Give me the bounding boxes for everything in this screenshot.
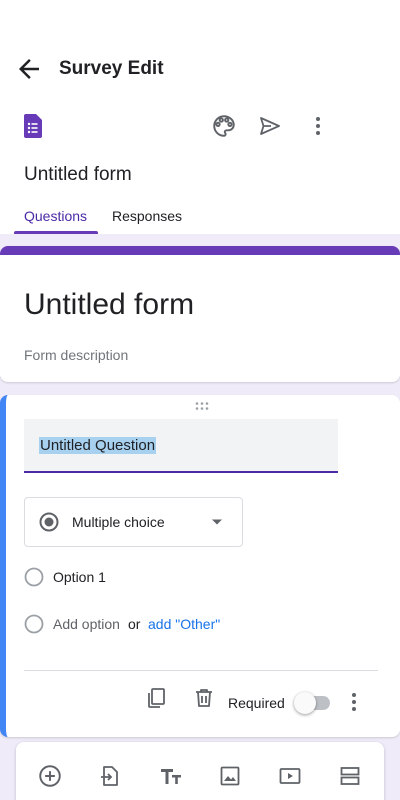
drag-handle-icon[interactable] [194,401,210,411]
tab-questions[interactable]: Questions [24,208,87,224]
radio-button-unchecked-icon [24,567,44,587]
question-card: Untitled Question Multiple choice Option… [0,395,400,737]
image-icon[interactable] [216,762,244,790]
or-separator: or [128,616,141,632]
question-type-label: Multiple choice [72,514,165,530]
add-option-button[interactable]: Add option [53,616,120,632]
dropdown-arrow-icon [211,516,223,528]
question-type-dropdown[interactable]: Multiple choice [24,497,243,547]
form-title-card: Untitled form Form description [0,246,400,382]
duplicate-icon[interactable] [142,684,170,712]
form-name: Untitled form [24,164,132,185]
tab-bar: Questions Responses [0,196,400,234]
delete-icon[interactable] [190,684,218,712]
radio-button-unchecked-icon [24,614,44,634]
forms-logo-icon [24,114,42,138]
title-text-icon[interactable] [157,762,185,790]
radio-button-checked-icon [39,512,59,532]
question-title-text: Untitled Question [39,437,157,454]
add-circle-icon[interactable] [36,762,64,790]
app-title: Survey Edit [59,58,164,79]
card-divider [24,670,378,671]
section-icon[interactable] [336,762,364,790]
arrow-back-icon[interactable] [14,54,44,84]
app-bar: Survey Edit Untitled form [0,0,400,185]
tab-responses[interactable]: Responses [112,208,182,224]
toggle-thumb [294,692,316,714]
import-icon[interactable] [96,762,124,790]
video-icon[interactable] [276,762,304,790]
palette-icon[interactable] [210,112,238,140]
add-other-button[interactable]: add "Other" [148,616,220,632]
question-title-input[interactable]: Untitled Question [24,419,338,473]
form-title-field[interactable]: Untitled form [24,288,194,322]
floating-toolbar [16,742,384,800]
more-vert-icon[interactable] [306,112,330,140]
form-description-field[interactable]: Form description [24,347,128,363]
option-1-field[interactable]: Option 1 [53,569,106,585]
required-toggle[interactable] [294,691,334,715]
send-icon[interactable] [256,112,284,140]
required-label: Required [228,695,285,711]
question-more-icon[interactable] [344,689,364,715]
form-editor-content[interactable]: Untitled form Form description Untitled … [0,234,400,800]
